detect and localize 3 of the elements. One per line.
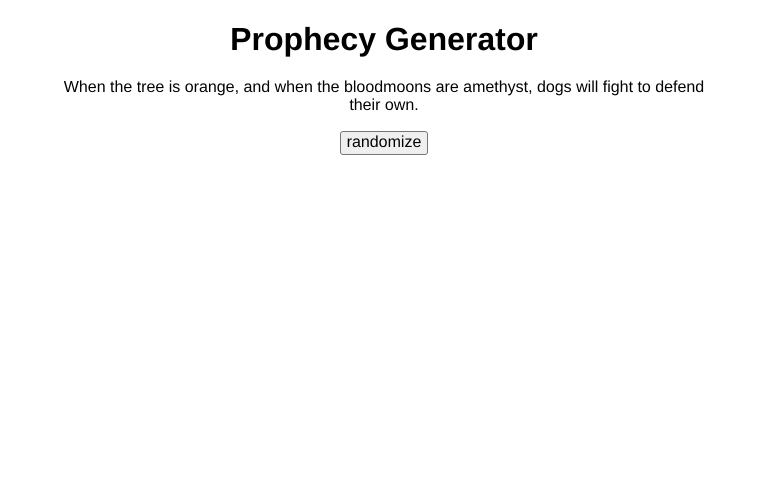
page-title: Prophecy Generator bbox=[230, 21, 538, 58]
prophecy-text: When the tree is orange, and when the bloodmoons are amethyst, dogs will fight to defend their own. bbox=[62, 79, 706, 115]
randomize-button[interactable]: randomize bbox=[340, 131, 428, 155]
